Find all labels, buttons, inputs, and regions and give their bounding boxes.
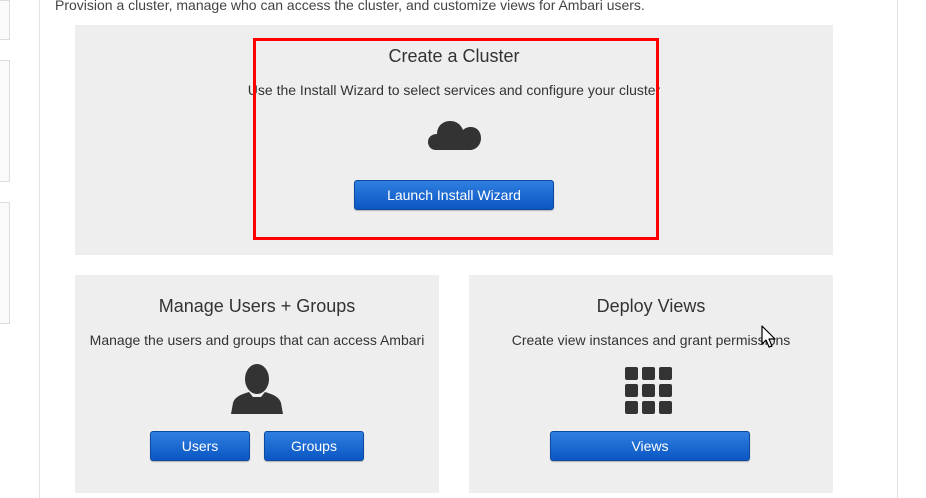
cloud-icon — [428, 121, 481, 150]
deploy-views-title: Deploy Views — [596, 296, 706, 316]
create-cluster-description: Use the Install Wizard to select service… — [247, 82, 661, 98]
manage-users-title: Manage Users + Groups — [158, 296, 356, 316]
sidebar-panel — [0, 202, 10, 324]
launch-install-wizard-button[interactable]: Launch Install Wizard — [354, 180, 554, 210]
mouse-cursor-icon — [761, 325, 776, 348]
sidebar-panel — [0, 60, 10, 182]
intro-text: Provision a cluster, manage who can acce… — [55, 0, 645, 13]
views-button[interactable]: Views — [550, 431, 750, 461]
manage-users-description: Manage the users and groups that can acc… — [89, 332, 425, 348]
grid-icon — [625, 367, 672, 414]
deploy-views-panel: Deploy Views Create view instances and g… — [469, 275, 833, 493]
create-cluster-panel: Create a Cluster Use the Install Wizard … — [75, 25, 833, 255]
create-cluster-title: Create a Cluster — [388, 46, 520, 66]
users-button[interactable]: Users — [150, 431, 250, 461]
user-icon — [231, 364, 283, 414]
manage-users-panel: Manage Users + Groups Manage the users a… — [75, 275, 439, 493]
sidebar-panel — [0, 0, 10, 40]
deploy-views-description: Create view instances and grant permissi… — [511, 332, 791, 348]
left-sidebar — [0, 0, 10, 493]
groups-button[interactable]: Groups — [264, 431, 364, 461]
